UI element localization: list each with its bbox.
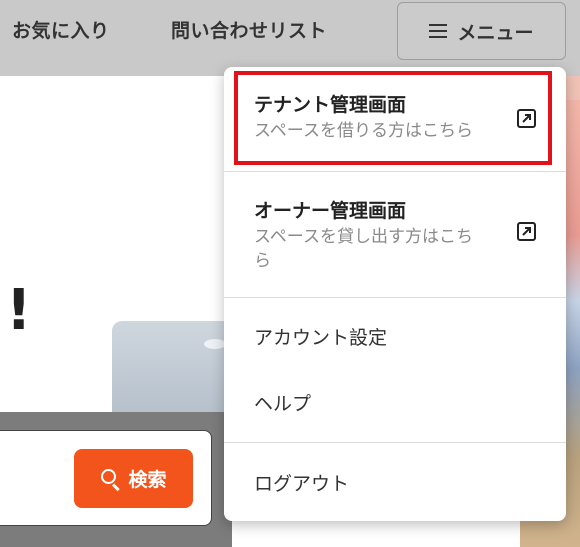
inquiry-list-link[interactable]: 問い合わせリスト (171, 16, 327, 43)
menu-item-account-settings[interactable]: アカウント設定 (254, 323, 387, 350)
owner-admin-subtitle-line1: スペースを貸し出す方はこち (254, 227, 473, 247)
external-link-icon (517, 222, 536, 241)
menu-button[interactable]: メニュー (397, 2, 566, 60)
hero-exclamation: ! (6, 278, 32, 343)
tenant-admin-title: テナント管理画面 (254, 94, 407, 116)
menu-item-tenant-admin[interactable]: テナント管理画面 スペースを借りる方はこちら (224, 67, 566, 171)
search-button[interactable]: 検索 (74, 449, 193, 508)
menu-dropdown: テナント管理画面 スペースを借りる方はこちら オーナー管理画面 スペースを貸し出… (224, 67, 566, 521)
highlight-box (234, 71, 552, 165)
external-link-icon (517, 109, 536, 128)
favorites-link[interactable]: お気に入り (12, 16, 110, 43)
hamburger-icon (429, 23, 448, 39)
owner-admin-subtitle-line2: ら (254, 251, 271, 271)
header-bar: お気に入り 問い合わせリスト メニュー (0, 0, 580, 76)
menu-item-help[interactable]: ヘルプ (254, 389, 311, 416)
menu-item-owner-admin[interactable]: オーナー管理画面 スペースを貸し出す方はこち ら (224, 172, 566, 296)
search-button-label: 検索 (128, 469, 167, 491)
owner-admin-title: オーナー管理画面 (254, 200, 407, 222)
divider (224, 442, 566, 443)
tenant-admin-subtitle: スペースを借りる方はこちら (254, 121, 473, 141)
search-icon (100, 468, 122, 491)
menu-button-label: メニュー (457, 21, 534, 44)
menu-item-logout[interactable]: ログアウト (254, 469, 349, 496)
divider (224, 297, 566, 298)
